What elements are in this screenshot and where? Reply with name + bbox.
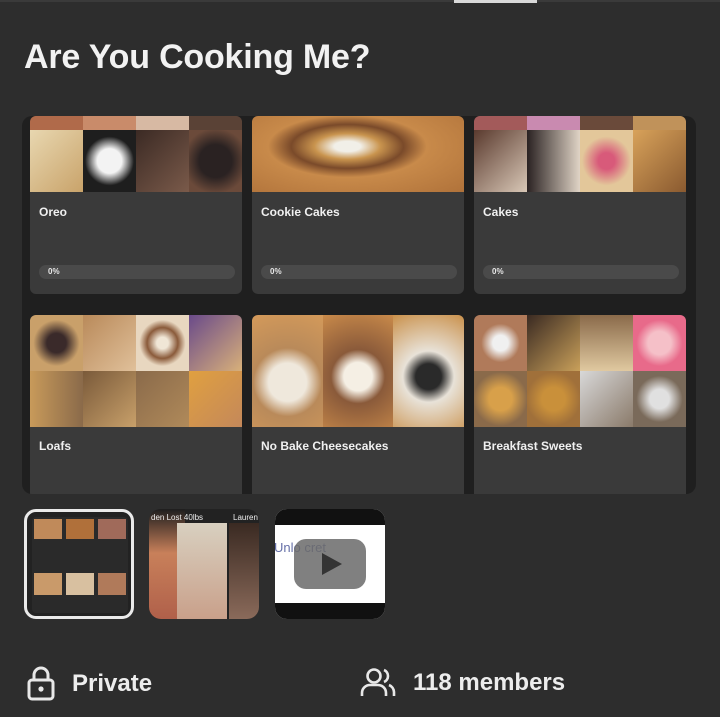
course-card-oreo[interactable]: Oreo 0% (30, 116, 242, 294)
course-title: Breakfast Sweets (483, 439, 583, 453)
top-divider (0, 0, 720, 2)
media-thumbnail-courses[interactable] (24, 509, 134, 619)
progress-label: 0% (492, 267, 504, 276)
course-thumbnail (474, 315, 686, 427)
progress-label: 0% (270, 267, 282, 276)
course-thumbnail (252, 116, 464, 192)
course-title: No Bake Cheesecakes (261, 439, 389, 453)
group-info-bar: Private 118 members (0, 662, 720, 706)
member-count[interactable]: 118 members (359, 666, 565, 700)
course-card-breakfast-sweets[interactable]: Breakfast Sweets (474, 315, 686, 494)
media-thumbnail-video[interactable]: Unlo cret (275, 509, 385, 619)
course-thumbnail (252, 315, 464, 427)
promo-caption-right: Lauren Lo (233, 513, 259, 522)
media-thumbnail-promo[interactable]: den Lost 40lbs Lauren Lo (149, 509, 259, 619)
course-thumbnail (30, 116, 242, 192)
people-icon (360, 668, 396, 696)
course-card-cookie-cakes[interactable]: Cookie Cakes 0% (252, 116, 464, 294)
course-title: Loafs (39, 439, 72, 453)
progress-bar: 0% (39, 265, 235, 279)
course-thumbnail (474, 116, 686, 192)
progress-bar: 0% (261, 265, 457, 279)
lock-icon (27, 666, 55, 701)
progress-bar: 0% (483, 265, 679, 279)
course-preview-image[interactable]: Oreo 0% Cookie Cakes 0% Cakes 0% Loafs N… (22, 116, 696, 494)
course-card-cakes[interactable]: Cakes 0% (474, 116, 686, 294)
mini-course-grid (32, 517, 128, 613)
course-title: Cookie Cakes (261, 205, 340, 219)
progress-label: 0% (48, 267, 60, 276)
course-card-no-bake-cheesecakes[interactable]: No Bake Cheesecakes (252, 315, 464, 494)
active-tab-indicator (454, 0, 537, 3)
privacy-label: Private (72, 670, 153, 697)
course-card-loafs[interactable]: Loafs (30, 315, 242, 494)
play-icon[interactable] (294, 539, 366, 589)
course-thumbnail (30, 315, 242, 427)
members-label: 118 members (413, 669, 566, 696)
group-title: Are You Cooking Me? (24, 38, 371, 76)
privacy-status: Private (26, 666, 152, 702)
course-title: Oreo (39, 205, 68, 219)
course-title: Cakes (483, 205, 519, 219)
promo-caption-left: den Lost 40lbs (151, 513, 204, 522)
